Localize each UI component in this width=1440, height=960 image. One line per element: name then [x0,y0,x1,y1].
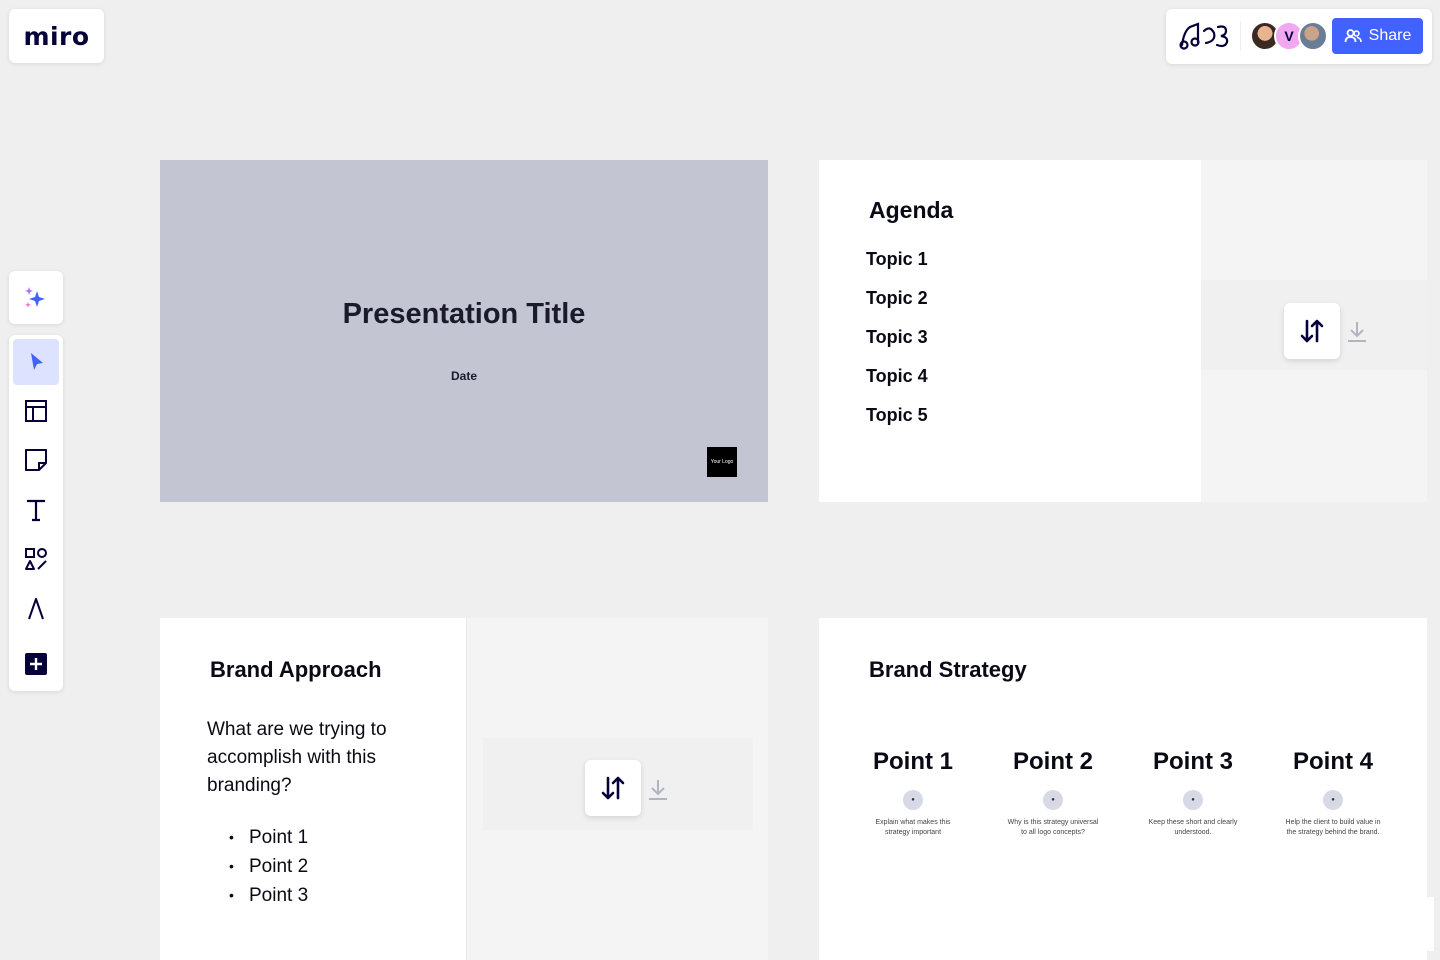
brand-approach-frame[interactable]: Brand Approach What are we trying to acc… [160,618,768,960]
point-icon: ● [903,790,923,810]
strategy-point-title: Point 1 [872,748,953,775]
divider [1240,21,1241,51]
presentation-date[interactable]: Date [160,369,768,383]
list-item[interactable]: Point 2 [229,852,308,881]
download-icon [649,780,667,800]
agenda-frame[interactable]: Agenda Topic 1 Topic 2 Topic 3 Topic 4 T… [819,160,1427,502]
more-tools-button[interactable] [13,641,59,687]
users-icon [1344,29,1362,43]
miro-logo: miro [23,21,90,51]
layout-icon [25,400,47,422]
download-icon [1348,322,1366,342]
pen-icon [28,598,44,620]
ai-assist-button[interactable] [9,271,63,324]
left-toolbar [9,335,63,691]
sticky-note-tool[interactable] [13,437,59,483]
logo-placeholder[interactable]: Your Logo [707,447,737,477]
brand-strategy-heading[interactable]: Brand Strategy [869,657,1027,683]
title-slide-frame[interactable]: Presentation Title Date Your Logo [160,160,768,502]
avatar[interactable] [1298,21,1328,51]
share-button[interactable]: Share [1332,18,1423,54]
text-tool[interactable] [13,487,59,533]
agenda-topic[interactable]: Topic 5 [866,405,928,444]
point-icon: ● [1043,790,1063,810]
strategy-point[interactable]: Point 2 ● Why is this strategy universal… [998,748,1108,838]
presentation-title[interactable]: Presentation Title [160,298,768,331]
miro-logo-button[interactable]: miro [9,9,104,63]
edge-panel [1426,897,1434,951]
strategy-point-title: Point 3 [1152,748,1233,775]
brand-approach-question[interactable]: What are we trying to accomplish with th… [207,716,407,800]
agenda-topic-list: Topic 1 Topic 2 Topic 3 Topic 4 Topic 5 [866,249,928,444]
plus-square-icon [25,653,47,675]
point-icon: ● [1323,790,1343,810]
agenda-topic[interactable]: Topic 4 [866,366,928,405]
sparkle-icon [25,286,45,308]
brand-approach-point-list: Point 1 Point 2 Point 3 [229,823,308,910]
image-placeholder[interactable] [466,618,768,960]
brand-strategy-frame[interactable]: Brand Strategy Point 1 ● Explain what ma… [819,618,1427,960]
board-icon[interactable] [1178,21,1232,51]
swap-arrows-icon [1300,319,1324,343]
strategy-point[interactable]: Point 1 ● Explain what makes this strate… [858,748,968,838]
pen-tool[interactable] [13,585,59,631]
agenda-topic[interactable]: Topic 1 [866,249,928,288]
strategy-point[interactable]: Point 3 ● Keep these short and clearly u… [1138,748,1248,838]
avatar-initial: V [1284,28,1294,44]
templates-tool[interactable] [13,388,59,434]
strategy-point-title: Point 2 [1012,748,1093,775]
share-label: Share [1368,27,1412,44]
point-icon: ● [1183,790,1203,810]
strategy-point-title: Point 4 [1292,748,1373,775]
agenda-topic[interactable]: Topic 2 [866,288,928,327]
collaboration-bar: V Share [1166,9,1432,64]
agenda-topic[interactable]: Topic 3 [866,327,928,366]
strategy-point-desc: Explain what makes this strategy importa… [875,819,951,836]
sticky-note-icon [25,449,47,471]
strategy-point[interactable]: Point 4 ● Help the client to build value… [1278,748,1388,838]
shapes-icon [25,548,47,570]
brand-approach-heading[interactable]: Brand Approach [210,657,382,683]
swap-image-button[interactable] [1284,303,1340,359]
agenda-heading[interactable]: Agenda [869,197,953,224]
strategy-point-desc: Keep these short and clearly understood. [1148,819,1238,836]
shapes-tool[interactable] [13,536,59,582]
strategy-point-desc: Help the client to build value in the st… [1285,819,1381,836]
text-icon [27,499,45,522]
cursor-icon [31,353,43,370]
swap-image-button[interactable] [585,760,641,816]
image-placeholder[interactable] [1201,160,1427,502]
strategy-point-desc: Why is this strategy universal to all lo… [1007,819,1099,836]
select-tool[interactable] [13,339,59,385]
list-item[interactable]: Point 3 [229,881,308,910]
list-item[interactable]: Point 1 [229,823,308,852]
swap-arrows-icon [601,776,625,800]
